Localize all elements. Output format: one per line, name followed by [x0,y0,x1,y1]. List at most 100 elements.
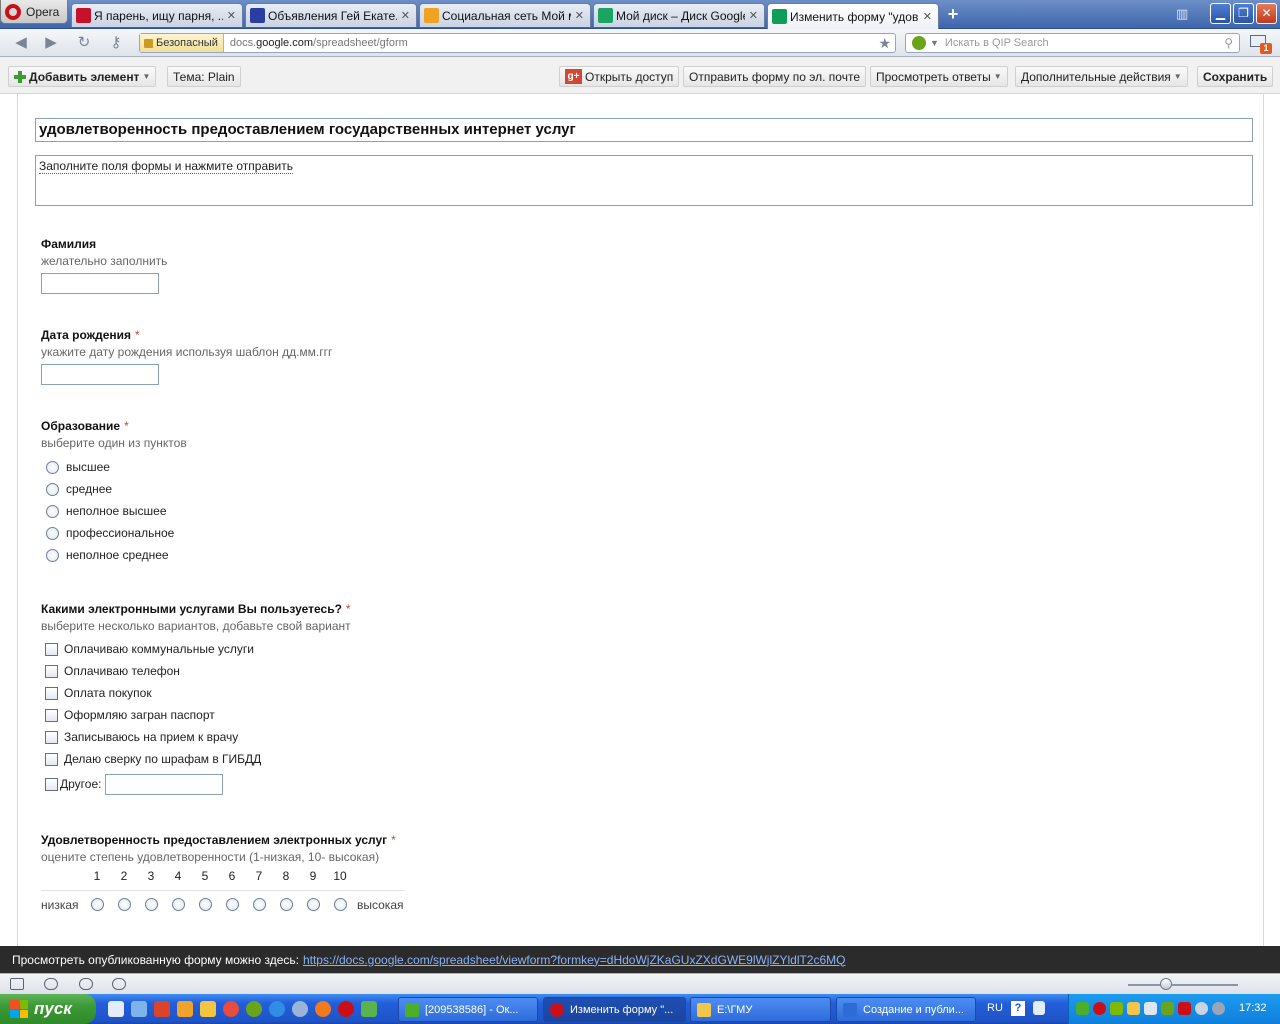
key-icon[interactable]: ⚷ [105,34,127,52]
window-restore-button[interactable]: ❐ [1233,3,1254,24]
quicklaunch-icon[interactable] [154,1001,170,1017]
start-button[interactable]: пуск [0,994,96,1024]
quicklaunch-icon[interactable] [292,1001,308,1017]
help-icon[interactable]: ? [1011,1001,1025,1016]
new-tab-icon[interactable]: + [942,4,964,24]
tray-icon[interactable] [1212,1002,1225,1015]
quicklaunch-icon[interactable] [361,1001,377,1017]
forward-arrow-icon[interactable]: ▶ [40,34,62,52]
rating-radio-10[interactable] [334,898,347,911]
other-input[interactable] [105,773,224,795]
bookmark-star-icon[interactable]: ★ [878,35,891,52]
services-option[interactable]: Оплата покупок [41,682,351,704]
show-desktop-icon[interactable] [108,1001,124,1017]
checkbox[interactable] [45,730,58,744]
radio-button[interactable] [46,526,59,540]
more-actions-button[interactable]: Дополнительные действия ▼ [1015,66,1188,87]
search-field[interactable]: ▼ Искать в QIP Search ⚲ [905,33,1240,53]
browser-tab-3[interactable]: Социальная сеть Мой м... ✕ [419,3,591,27]
checkbox[interactable] [45,642,58,656]
education-option[interactable]: неполное высшее [41,500,187,522]
chevron-down-icon[interactable]: ▼ [930,38,939,48]
tab-close-icon[interactable]: ✕ [401,9,410,22]
radio-button[interactable] [46,482,59,496]
speed-icon[interactable] [112,978,126,990]
view-responses-button[interactable]: Просмотреть ответы ▼ [870,66,1008,87]
add-element-button[interactable]: Добавить элемент ▼ [8,66,157,87]
opera-icon[interactable] [338,1001,354,1017]
tray-icon[interactable] [1076,1002,1089,1015]
checkbox[interactable] [45,752,58,766]
cloud-icon[interactable] [44,978,58,990]
tab-close-icon[interactable]: ✕ [923,10,932,23]
quicklaunch-icon[interactable] [223,1001,239,1017]
browser-tab-5-active[interactable]: Изменить форму "удов... ✕ [767,3,939,29]
share-button[interactable]: g+ Открыть доступ [559,66,680,87]
services-option[interactable]: Оплачиваю коммунальные услуги [41,638,351,660]
quicklaunch-icon[interactable] [131,1001,147,1017]
rating-radio-9[interactable] [307,898,320,911]
window-close-button[interactable]: ✕ [1256,3,1277,24]
trash-icon[interactable]: ▥ [1176,6,1190,22]
quicklaunch-icon[interactable] [177,1001,193,1017]
checkbox[interactable] [45,664,58,678]
checkbox[interactable] [45,708,58,722]
zoom-slider-track[interactable] [1128,984,1238,986]
mail-icon[interactable]: 1 [1250,33,1272,54]
taskbar-task[interactable]: E:\ГМУ [690,997,831,1022]
rating-radio-5[interactable] [199,898,212,911]
turbo-icon[interactable] [79,978,93,990]
window-minimize-button[interactable]: ▁ [1210,3,1231,24]
browser-tab-2[interactable]: Объявления Гей Екате... ✕ [245,3,417,27]
rating-radio-4[interactable] [172,898,185,911]
rating-radio-7[interactable] [253,898,266,911]
reload-icon[interactable]: ↻ [73,34,95,52]
browser-tab-1[interactable]: Я парень, ищу парня, ... ✕ [71,3,243,27]
tab-close-icon[interactable]: ✕ [749,9,758,22]
tray-expand-icon[interactable] [1033,1001,1045,1015]
panel-toggle-icon[interactable] [10,978,24,990]
tray-icon[interactable] [1161,1002,1174,1015]
search-icon[interactable]: ⚲ [1224,36,1233,50]
services-option[interactable]: Оплачиваю телефон [41,660,351,682]
rating-radio-8[interactable] [280,898,293,911]
taskbar-task[interactable]: [209538586] - Ок... [398,997,538,1022]
tray-icon[interactable] [1110,1002,1123,1015]
birthdate-input[interactable] [41,364,159,385]
security-badge[interactable]: Безопасный [140,34,224,52]
tray-icon[interactable] [1178,1002,1191,1015]
rating-radio-6[interactable] [226,898,239,911]
qip-search-icon[interactable] [912,36,926,50]
shield-icon[interactable] [1127,1002,1140,1015]
published-form-link[interactable]: https://docs.google.com/spreadsheet/view… [303,953,846,967]
radio-button[interactable] [46,548,59,562]
services-option-other[interactable]: Другое: [41,770,351,798]
tab-close-icon[interactable]: ✕ [227,9,236,22]
education-option[interactable]: профессиональное [41,522,187,544]
checkbox[interactable] [45,777,58,791]
address-field[interactable]: Безопасный docs.google.com/spreadsheet/g… [139,33,896,53]
education-option[interactable]: среднее [41,478,187,500]
radio-button[interactable] [46,460,59,474]
services-option[interactable]: Делаю сверку по шрафам в ГИБДД [41,748,351,770]
save-button[interactable]: Сохранить [1197,66,1274,87]
rating-radio-2[interactable] [118,898,131,911]
opera-menu-button[interactable]: Opera [0,0,68,24]
form-title-field[interactable]: удовлетворенность предоставлением госуда… [35,118,1253,142]
taskbar-task-active[interactable]: Изменить форму "... [543,997,686,1022]
radio-button[interactable] [46,504,59,518]
services-option[interactable]: Записываюсь на прием к врачу [41,726,351,748]
quicklaunch-icon[interactable] [246,1001,262,1017]
form-description-field[interactable]: Заполните поля формы и нажмите отправить [35,155,1253,206]
tab-close-icon[interactable]: ✕ [575,9,584,22]
theme-button[interactable]: Тема: Plain [167,66,241,87]
rating-radio-3[interactable] [145,898,158,911]
quicklaunch-icon[interactable] [200,1001,216,1017]
browser-tab-4[interactable]: Мой диск – Диск Google ✕ [593,3,765,27]
email-form-button[interactable]: Отправить форму по эл. почте [683,66,867,87]
zoom-slider-handle[interactable] [1160,978,1172,990]
opera-tray-icon[interactable] [1093,1002,1106,1015]
back-arrow-icon[interactable]: ◀ [10,34,32,52]
surname-input[interactable] [41,273,159,294]
language-indicator[interactable]: RU [987,1002,1003,1014]
